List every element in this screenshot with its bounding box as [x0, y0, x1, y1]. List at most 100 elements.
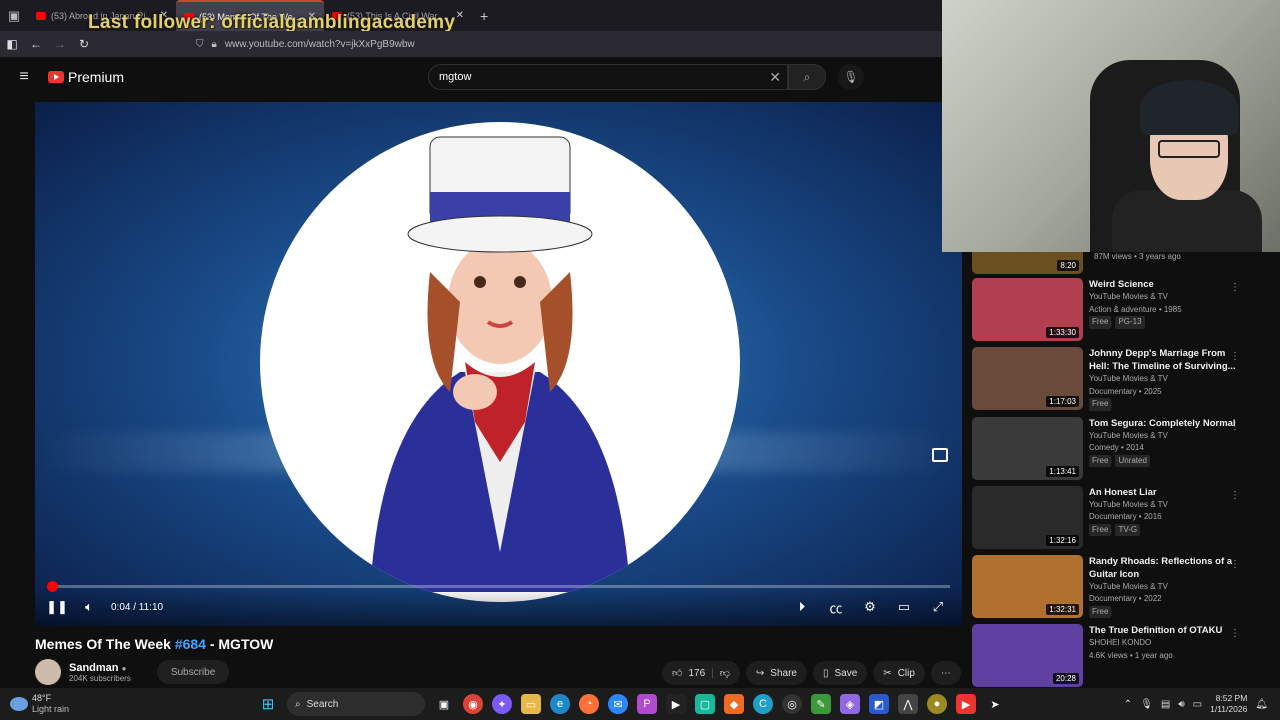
- list-item[interactable]: 1:13:41 Tom Segura: Completely Normal Yo…: [972, 416, 1272, 480]
- video-thumbnail[interactable]: 1:32:16: [972, 485, 1083, 549]
- file-explorer-icon[interactable]: ▭: [521, 694, 541, 714]
- notification-bell-icon[interactable]: 🔔︎: [1255, 699, 1268, 710]
- obs-icon[interactable]: ◎: [782, 694, 802, 714]
- title-hashtag[interactable]: #684: [175, 636, 206, 652]
- firefox-icon[interactable]: ◔: [579, 694, 599, 714]
- list-item[interactable]: 20:28 The True Definition of OTAKU SHOHE…: [972, 624, 1272, 687]
- terminal-icon[interactable]: ▶: [666, 694, 686, 714]
- menu-icon[interactable]: ≡: [0, 68, 48, 86]
- voice-search-button[interactable]: 🎙︎: [838, 64, 864, 90]
- search-input[interactable]: mgtow ✕: [428, 64, 788, 90]
- list-item[interactable]: 1:32:31 Randy Rhoads: Reflections of a G…: [972, 554, 1272, 618]
- forward-icon[interactable]: →: [48, 31, 72, 57]
- volume-icon[interactable]: 🔈︎: [73, 599, 105, 615]
- app-icon-purple-2[interactable]: ◈: [840, 694, 860, 714]
- bookmark-icon: ▯: [822, 667, 829, 679]
- youtube-app-icon[interactable]: ▶: [956, 694, 976, 714]
- channel-name-text: Sandman: [69, 661, 119, 674]
- close-tab-icon[interactable]: ✕: [456, 10, 464, 21]
- video-title[interactable]: Weird Science: [1089, 278, 1239, 291]
- new-tab-icon[interactable]: +: [472, 8, 496, 24]
- channel-name[interactable]: SHOHEI KONDO: [1089, 637, 1239, 650]
- app-icon-purple[interactable]: P: [637, 694, 657, 714]
- channel-name[interactable]: YouTube Movies & TV: [1089, 499, 1239, 512]
- video-title[interactable]: Tom Segura: Completely Normal: [1089, 417, 1239, 430]
- youtube-logo[interactable]: Premium: [48, 69, 124, 85]
- avatar[interactable]: [35, 659, 61, 685]
- video-thumbnail[interactable]: 1:13:41: [972, 416, 1083, 480]
- tab-overview-icon[interactable]: ▣: [0, 0, 28, 31]
- list-item[interactable]: 1:17:03 Johnny Depp's Marriage From Hell…: [972, 347, 1272, 411]
- channel-name[interactable]: YouTube Movies & TV: [1089, 291, 1239, 304]
- thumbs-down-icon[interactable]: 👎︎: [720, 667, 730, 679]
- search-button[interactable]: ⌕: [788, 64, 826, 90]
- edge-icon[interactable]: e: [550, 694, 570, 714]
- channel-name[interactable]: YouTube Movies & TV: [1089, 373, 1239, 386]
- brave-icon[interactable]: ◆: [724, 694, 744, 714]
- app-icon-yellow[interactable]: ●: [927, 694, 947, 714]
- copilot-icon[interactable]: ✦: [492, 694, 512, 714]
- video-thumbnail[interactable]: 1:32:31: [972, 554, 1083, 618]
- clip-label: Clip: [897, 667, 915, 679]
- weather-widget[interactable]: 48°F Light rain: [10, 693, 230, 715]
- fullscreen-icon[interactable]: ⤢: [922, 598, 954, 617]
- video-player[interactable]: ❚❚ 🔈︎ 0:04 / 11:10 ⏵ ㏄ ⚙ ▭ ⤢: [35, 102, 962, 626]
- video-thumbnail[interactable]: 1:33:30: [972, 278, 1083, 341]
- list-item[interactable]: 8:20 87M views • 3 years ago: [972, 252, 1272, 274]
- more-actions-button[interactable]: ⋯: [930, 661, 961, 685]
- video-thumbnail[interactable]: 20:28: [972, 624, 1083, 687]
- volume-icon[interactable]: 🔊︎: [1178, 699, 1184, 710]
- app-icon-blue[interactable]: ◩: [869, 694, 889, 714]
- youtube-favicon-icon: [36, 11, 46, 20]
- pause-icon[interactable]: ❚❚: [41, 599, 73, 615]
- more-options-icon[interactable]: ⋮: [1230, 421, 1240, 432]
- taskbar-search[interactable]: ⌕ Search: [287, 692, 425, 716]
- save-button[interactable]: ▯ Save: [812, 661, 868, 685]
- more-options-icon[interactable]: ⋮: [1230, 490, 1240, 501]
- app-icon-c[interactable]: C: [753, 694, 773, 714]
- channel-name[interactable]: Sandman ●: [69, 662, 131, 674]
- clear-search-icon[interactable]: ✕: [769, 69, 781, 86]
- chevron-up-icon[interactable]: ⌃: [1124, 699, 1132, 710]
- like-count: 176: [688, 667, 706, 679]
- app-icon-dark[interactable]: ⋀: [898, 694, 918, 714]
- like-button[interactable]: 👍︎ 176 | 👎︎: [662, 661, 740, 685]
- settings-gear-icon[interactable]: ⚙: [854, 598, 886, 617]
- windows-start-icon[interactable]: ⊞: [258, 694, 278, 714]
- share-button[interactable]: ↪ Share: [745, 661, 807, 685]
- task-view-icon[interactable]: ▣: [434, 694, 454, 714]
- video-title[interactable]: The True Definition of OTAKU: [1089, 624, 1239, 637]
- miniplayer-icon[interactable]: [932, 448, 948, 462]
- chrome-icon[interactable]: ◉: [463, 694, 483, 714]
- network-icon[interactable]: ▤: [1161, 699, 1170, 710]
- back-icon[interactable]: ←: [24, 31, 48, 57]
- autoplay-toggle-icon[interactable]: ⏵: [786, 598, 818, 617]
- channel-name[interactable]: YouTube Movies & TV: [1089, 581, 1239, 594]
- microphone-icon[interactable]: 🎙︎: [1140, 699, 1153, 710]
- subscribe-button[interactable]: Subscribe: [156, 660, 230, 684]
- more-options-icon[interactable]: ⋮: [1230, 628, 1240, 639]
- video-title[interactable]: Johnny Depp's Marriage From Hell: The Ti…: [1089, 347, 1239, 373]
- clock[interactable]: 8:52 PM 1/11/2026: [1210, 693, 1247, 715]
- chat-app-icon[interactable]: ▢: [695, 694, 715, 714]
- video-thumbnail[interactable]: 8:20: [972, 252, 1083, 274]
- more-options-icon[interactable]: ⋮: [1230, 282, 1240, 293]
- captions-icon[interactable]: ㏄: [820, 598, 852, 617]
- more-options-icon[interactable]: ⋮: [1230, 559, 1240, 570]
- list-item[interactable]: 1:33:30 Weird Science YouTube Movies & T…: [972, 278, 1272, 341]
- video-title[interactable]: An Honest Liar: [1089, 486, 1239, 499]
- channel-name[interactable]: YouTube Movies & TV: [1089, 430, 1239, 443]
- video-thumbnail[interactable]: 1:17:03: [972, 347, 1083, 410]
- messenger-icon[interactable]: ✉: [608, 694, 628, 714]
- sidebar-toggle-icon[interactable]: ◧: [0, 31, 24, 57]
- search-icon: ⌕: [803, 69, 811, 84]
- address-bar[interactable]: ⛉ 🔒︎ www.youtube.com/watch?v=jkXxPgB9wbw: [196, 39, 415, 50]
- theater-mode-icon[interactable]: ▭: [888, 598, 920, 617]
- clip-button[interactable]: ✂ Clip: [873, 661, 925, 685]
- battery-icon[interactable]: ▭: [1193, 699, 1202, 710]
- video-title[interactable]: Randy Rhoads: Reflections of a Guitar Ic…: [1089, 555, 1239, 581]
- reload-icon[interactable]: ↻: [72, 31, 96, 57]
- app-icon-green[interactable]: ✎: [811, 694, 831, 714]
- more-options-icon[interactable]: ⋮: [1230, 351, 1240, 362]
- list-item[interactable]: 1:32:16 An Honest Liar YouTube Movies & …: [972, 485, 1272, 549]
